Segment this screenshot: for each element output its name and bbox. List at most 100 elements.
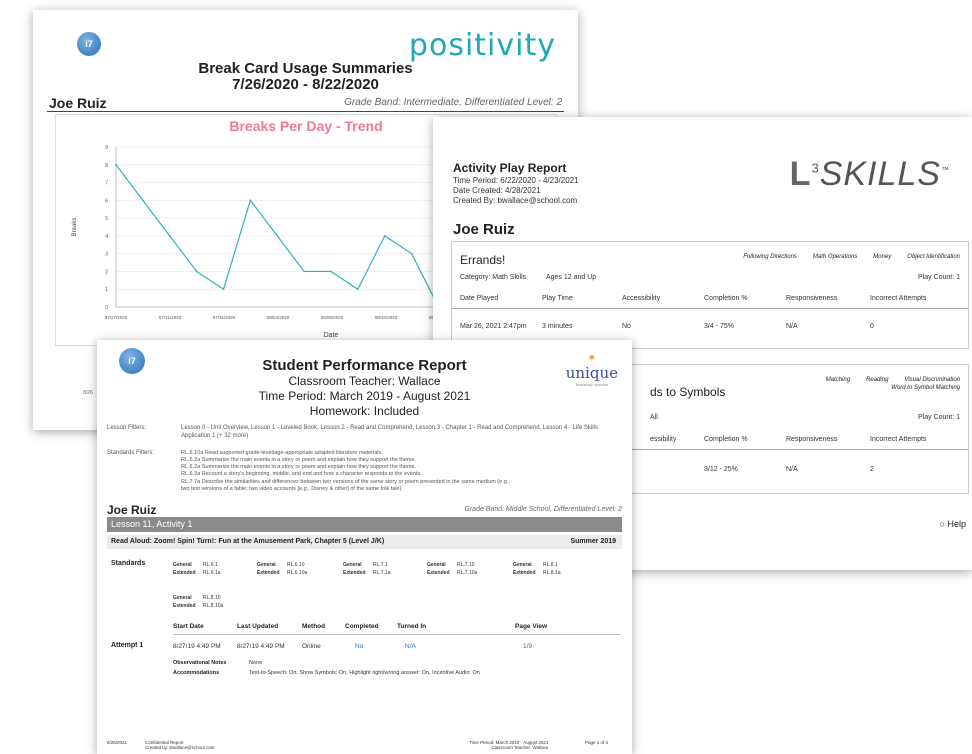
standard-extended-label: Extended: [173, 603, 196, 609]
x-tick-label: 08/04/2020: [267, 315, 290, 320]
y-tick-label: 2: [105, 269, 108, 275]
cell: N/A: [786, 466, 798, 473]
standard-extended-label: Extended: [173, 570, 196, 576]
col-header: Completion %: [704, 436, 748, 443]
report-date-range: 7/26/2020 - 8/22/2020: [232, 76, 379, 93]
attempt-label: Attempt 1: [111, 642, 144, 649]
read-aloud-title: Read Aloud: Zoom! Spin! Turn!: Fun at th…: [111, 538, 385, 545]
data-point: [330, 270, 332, 273]
x-tick-label: 08/06/2020: [321, 315, 344, 320]
col-header: Date Played: [460, 295, 499, 302]
col-header: Incorrect Attempts: [870, 295, 927, 302]
standard-extended-code: RL.7.10a: [457, 570, 478, 576]
classroom-teacher: Classroom Teacher: Wallace: [288, 374, 441, 388]
header-divider: [452, 308, 968, 309]
standard-general-code: RL.8.1: [543, 562, 558, 568]
standard-general-label: General: [173, 595, 192, 601]
turned-in: N/A: [405, 643, 416, 650]
y-tick-label: 4: [105, 234, 108, 240]
standard-general-code: RL.6.10: [287, 562, 305, 568]
col-last-updated: Last Updated: [237, 623, 279, 630]
cell: Mar 26, 2021 2:47pm: [460, 323, 527, 330]
report-title: Activity Play Report: [453, 161, 567, 175]
col-header: Incorrect Attempts: [870, 436, 927, 443]
standard-extended-label: Extended: [513, 570, 536, 576]
footer-period: Time Period: March 2019 - August 2021 Cla…: [469, 740, 548, 751]
data-point: [356, 288, 359, 291]
lesson-filters-label: Lesson Filters:: [107, 425, 147, 431]
standard-general-label: General: [513, 562, 532, 568]
date-created: Date Created: 4/28/2021: [453, 186, 541, 195]
data-point: [276, 234, 279, 237]
y-tick-label: 7: [105, 181, 108, 187]
activity-name: ds to Symbols: [650, 385, 726, 399]
col-header: Play Time: [542, 295, 573, 302]
play-count: Play Count: 1: [917, 274, 960, 281]
student-performance-report-page: i7 ✷ unique learning system Student Perf…: [97, 340, 632, 754]
col-header: Completion %: [704, 295, 748, 302]
cell: 0: [870, 323, 874, 330]
cell: 3/12 - 25%: [704, 466, 738, 473]
divider: [47, 111, 564, 112]
standard-extended-code: RL.7.1a: [373, 570, 391, 576]
data-point: [141, 199, 144, 202]
observational-notes-label: Observational Notes: [173, 660, 227, 666]
data-point: [195, 270, 198, 273]
activity-card-errands: Errands! Following Directions Math Operat…: [451, 241, 969, 349]
grade-band: Grade Band: Intermediate, Differentiated…: [344, 97, 562, 108]
standard-general-label: General: [343, 562, 362, 568]
y-tick-label: 0: [105, 305, 108, 311]
category: Category: Math Skills: [460, 274, 527, 281]
col-completed: Completed: [345, 623, 379, 630]
y-tick-label: 6: [105, 198, 108, 204]
footer-date: 8/26: [83, 390, 93, 396]
activity-tags: Matching Reading Visual Discrimination Word…: [826, 376, 960, 393]
standard-extended-code: RL.6.10a: [287, 570, 308, 576]
standard-extended-label: Extended: [257, 570, 280, 576]
last-updated: 8/27/19 4:49 PM: [237, 643, 285, 650]
standard-extended-label: Extended: [427, 570, 450, 576]
y-axis-label: Breaks: [72, 218, 78, 237]
standard-general-label: General: [173, 562, 192, 568]
cell: 3 minutes: [542, 323, 573, 330]
homework-status: Homework: Included: [309, 404, 420, 418]
cell: No: [622, 323, 631, 330]
method: Online: [302, 643, 321, 650]
standard-general-label: General: [427, 562, 446, 568]
lesson-filters: Lesson 0 - Unit Overview, Lesson 1 - Lev…: [181, 425, 598, 439]
x-axis-label: Date: [324, 332, 339, 339]
tag: Reading: [866, 377, 889, 383]
report-title: Break Card Usage Summaries: [198, 60, 413, 77]
student-name: Joe Ruiz: [49, 95, 107, 111]
tag: Word to Symbol Matching: [891, 385, 960, 392]
grade-band: Grade Band: Middle School, Differentiate…: [464, 506, 622, 513]
l3-skills-logo: L3SKILLS™: [790, 155, 950, 194]
standard-extended-code: RL.8.1a: [543, 570, 561, 576]
standard-general-code: RL.6.1: [203, 562, 218, 568]
footer-created-by: Created by: bwallace@school.com: [145, 745, 215, 751]
report-title: Student Performance Report: [262, 357, 467, 374]
data-point: [168, 234, 171, 237]
y-tick-label: 5: [105, 216, 108, 222]
x-tick-label: 08/10/2020: [375, 315, 398, 320]
col-page-view: Page View: [515, 623, 548, 630]
play-count: Play Count: 1: [917, 414, 960, 421]
help-icon: ○: [939, 519, 945, 529]
page-view-link[interactable]: 1/9: [523, 643, 532, 650]
help-link[interactable]: ○ Help: [940, 519, 966, 529]
cell: 3/4 - 75%: [704, 323, 734, 330]
activity-name: Errands!: [460, 253, 506, 267]
data-point: [303, 270, 306, 273]
standard-extended-code: RL.6.1a: [203, 570, 221, 576]
col-method: Method: [302, 623, 326, 630]
data-point: [410, 252, 413, 255]
tag: Money: [873, 254, 892, 260]
l3-logo-text: SKILLS: [819, 155, 941, 193]
col-header: Responsiveness: [786, 295, 838, 302]
standard-extended-label: Extended: [343, 570, 366, 576]
x-tick-label: 07/31/2020: [159, 315, 182, 320]
y-tick-label: 9: [105, 145, 108, 151]
footer-page: Page 1 of 4: [585, 740, 609, 745]
data-point: [115, 163, 117, 166]
footer-created: Confidential Report Created by: bwallace@…: [145, 740, 214, 751]
